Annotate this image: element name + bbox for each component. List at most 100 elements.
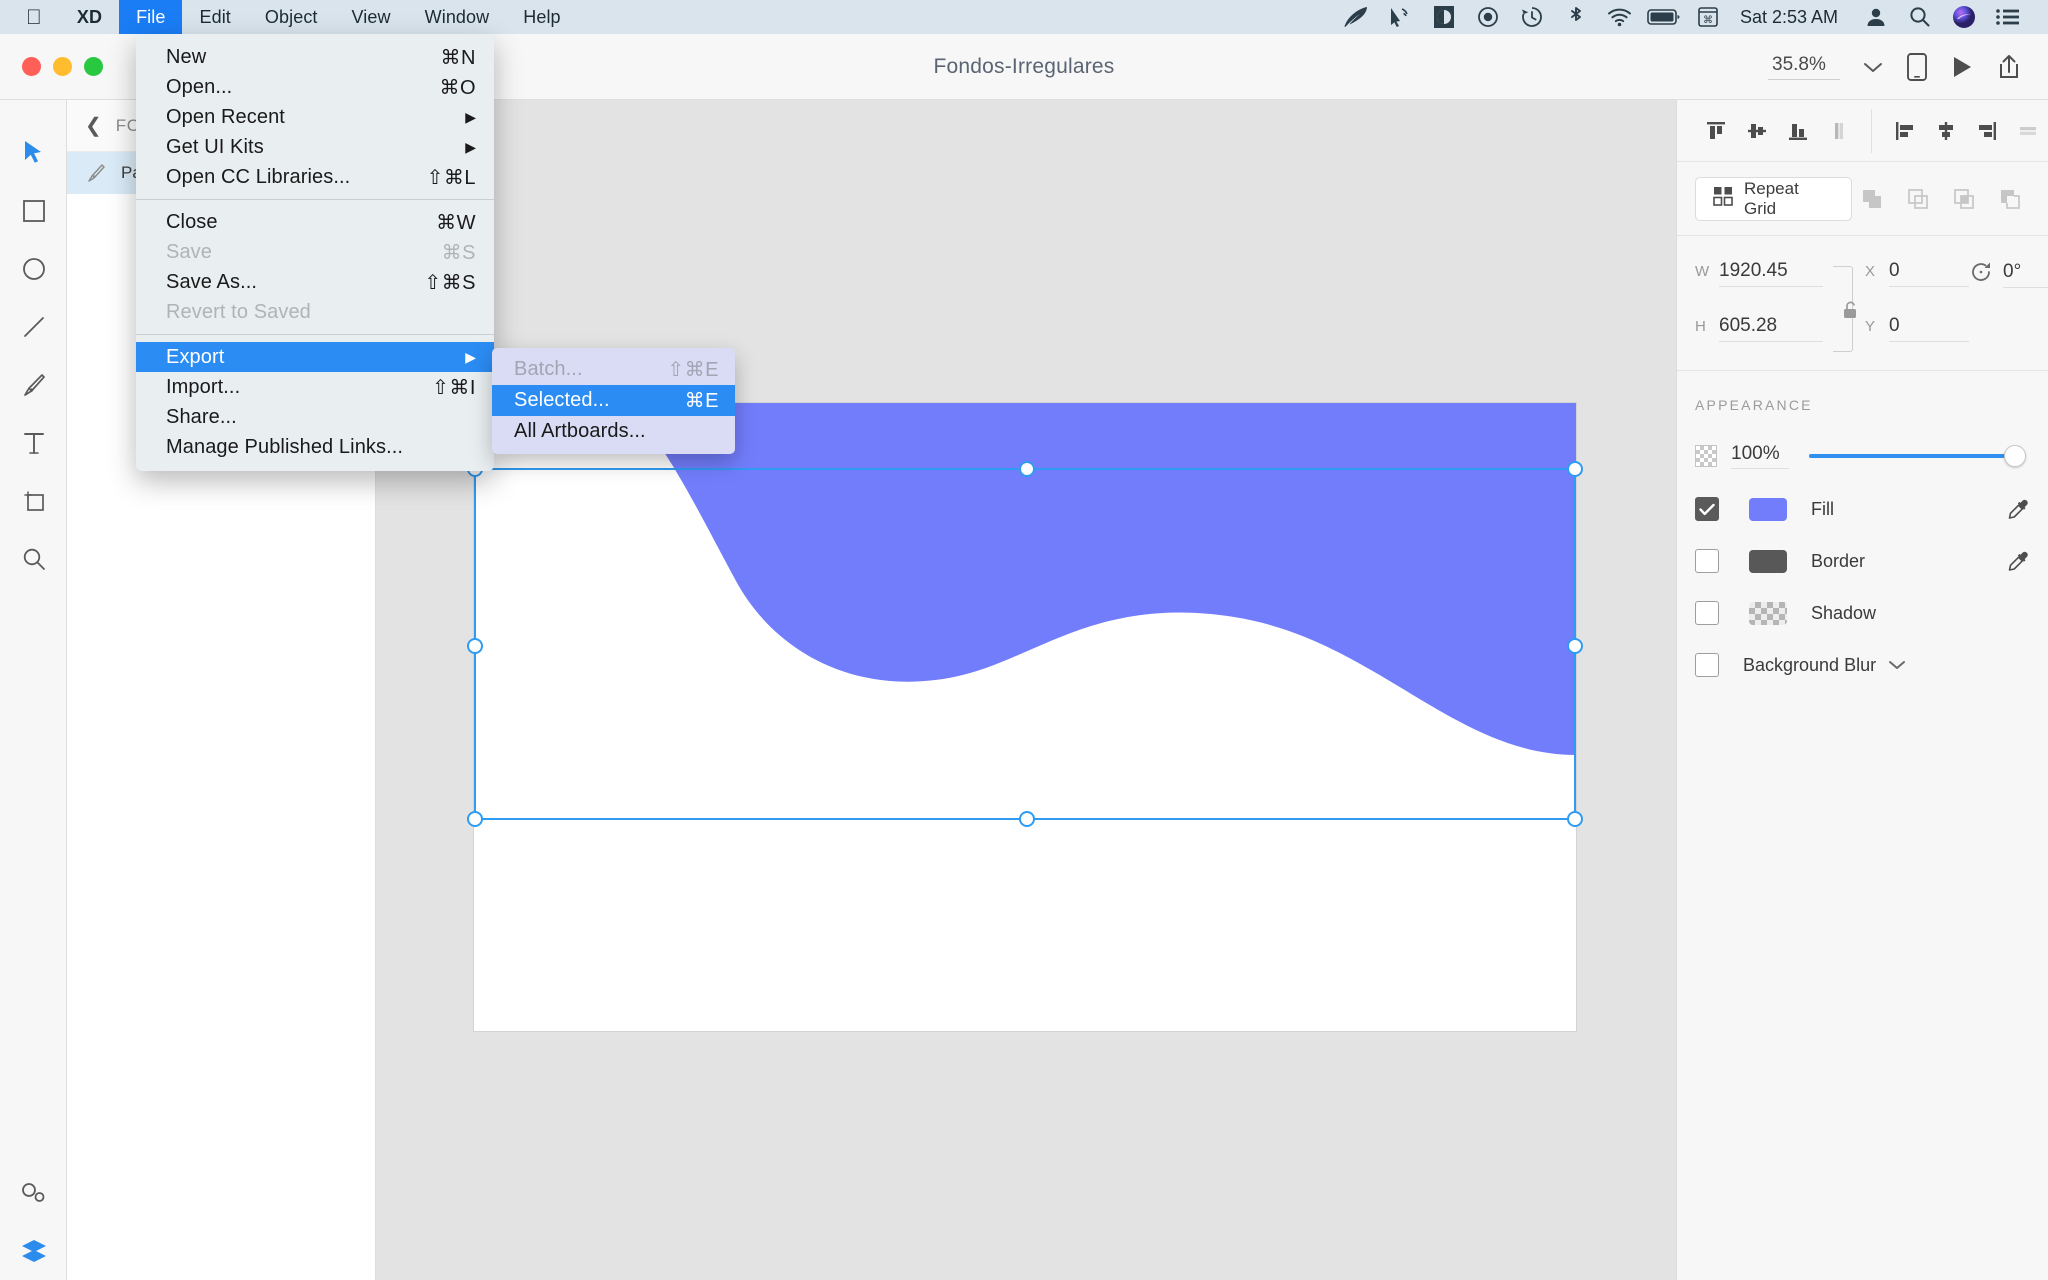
- menu-item-get-ui-kits[interactable]: Get UI Kits ▶: [136, 132, 494, 162]
- artboard[interactable]: [474, 403, 1576, 1031]
- file-menu-dropdown[interactable]: New ⌘N Open... ⌘O Open Recent ▶ Get UI K…: [136, 34, 494, 471]
- menu-bar-status-area: ⌘ Sat 2:53 AM: [1334, 0, 2048, 34]
- fill-color-swatch[interactable]: [1749, 497, 1787, 521]
- select-tool[interactable]: [0, 124, 67, 182]
- wifi-icon[interactable]: [1598, 0, 1642, 34]
- opacity-slider[interactable]: [1809, 445, 2026, 467]
- menu-bar-clock[interactable]: Sat 2:53 AM: [1730, 7, 1854, 28]
- align-middle-icon[interactable]: [1736, 100, 1777, 162]
- ellipse-tool[interactable]: [0, 240, 67, 298]
- menu-item-revert-to-saved: Revert to Saved: [136, 297, 494, 327]
- rotation-field[interactable]: 0°: [1969, 260, 2048, 289]
- distribute-horizontal-icon[interactable]: [1818, 100, 1859, 162]
- menu-item-label: Get UI Kits: [166, 135, 264, 158]
- menu-item-import[interactable]: Import... ⇧⌘I: [136, 372, 494, 402]
- fill-row: Fill: [1695, 497, 2030, 521]
- background-blur-checkbox[interactable]: [1695, 653, 1719, 677]
- unlocked-icon[interactable]: [1837, 280, 1863, 340]
- time-machine-icon[interactable]: [1510, 0, 1554, 34]
- feather-icon[interactable]: [1334, 0, 1378, 34]
- text-t-icon[interactable]: [0, 414, 67, 472]
- siri-icon[interactable]: [1942, 0, 1986, 34]
- alignment-toolbar: [1677, 100, 2048, 162]
- menu-view[interactable]: View: [335, 0, 408, 34]
- export-submenu[interactable]: Batch... ⇧⌘E Selected... ⌘E All Artboard…: [492, 348, 735, 454]
- menu-item-close[interactable]: Close ⌘W: [136, 207, 494, 237]
- tools-sidebar: [0, 100, 67, 1280]
- chevron-down-icon[interactable]: [1888, 659, 1906, 671]
- border-eyedropper-icon[interactable]: [2006, 549, 2030, 573]
- menu-item-manage-published-links[interactable]: Manage Published Links...: [136, 432, 494, 462]
- menu-help[interactable]: Help: [506, 0, 577, 34]
- fill-checkbox[interactable]: [1695, 497, 1719, 521]
- rectangle-tool[interactable]: [0, 182, 67, 240]
- align-center-icon[interactable]: [1925, 100, 1966, 162]
- artboard-tool[interactable]: [0, 472, 67, 530]
- subtract-shape-icon[interactable]: [1898, 179, 1938, 219]
- slider-track: [1809, 454, 2026, 458]
- bluetooth-icon[interactable]: [1554, 0, 1598, 34]
- opacity-value[interactable]: 100%: [1731, 443, 1789, 469]
- border-color-swatch[interactable]: [1749, 549, 1787, 573]
- menu-edit[interactable]: Edit: [182, 0, 247, 34]
- shadow-checkbox[interactable]: [1695, 601, 1719, 625]
- menu-item-shortcut: ⌘N: [440, 46, 476, 69]
- pen-nib-icon[interactable]: [0, 356, 67, 414]
- border-checkbox[interactable]: [1695, 549, 1719, 573]
- align-left-icon[interactable]: [1884, 100, 1925, 162]
- purple-wave-shape[interactable]: [474, 403, 1576, 755]
- add-shape-icon[interactable]: [1852, 179, 1892, 219]
- line-tool[interactable]: [0, 298, 67, 356]
- control-center-icon[interactable]: [1986, 0, 2030, 34]
- x-value[interactable]: 0: [1889, 260, 1969, 287]
- border-row: Border: [1695, 549, 2030, 573]
- repeat-grid-button[interactable]: Repeat Grid: [1695, 176, 1852, 221]
- menu-object[interactable]: Object: [248, 0, 335, 34]
- distribute-vertical-icon[interactable]: [2007, 100, 2048, 162]
- menu-item-save-as[interactable]: Save As... ⇧⌘S: [136, 267, 494, 297]
- menu-item-open-cc-libraries[interactable]: Open CC Libraries... ⇧⌘L: [136, 162, 494, 192]
- menu-item-open[interactable]: Open... ⌘O: [136, 72, 494, 102]
- magnifier-icon[interactable]: [0, 530, 67, 588]
- fill-eyedropper-icon[interactable]: [2006, 497, 2030, 521]
- menu-item-new[interactable]: New ⌘N: [136, 42, 494, 72]
- height-value[interactable]: 605.28: [1719, 315, 1823, 342]
- submenu-item-all-artboards[interactable]: All Artboards...: [492, 416, 735, 447]
- user-icon[interactable]: [1854, 0, 1898, 34]
- layers-stack-icon[interactable]: [0, 1222, 67, 1280]
- menu-item-label: Save As...: [166, 270, 258, 293]
- search-icon[interactable]: [1898, 0, 1942, 34]
- y-field[interactable]: Y 0: [1865, 315, 1969, 342]
- record-icon[interactable]: [1466, 0, 1510, 34]
- exclude-shape-icon[interactable]: [1990, 179, 2030, 219]
- height-field[interactable]: H 605.28: [1695, 315, 1823, 342]
- submenu-item-selected[interactable]: Selected... ⌘E: [492, 385, 735, 416]
- assets-icon[interactable]: [0, 1164, 67, 1222]
- menu-item-open-recent[interactable]: Open Recent ▶: [136, 102, 494, 132]
- width-field[interactable]: W 1920.45: [1695, 260, 1823, 287]
- battery-icon[interactable]: [1642, 0, 1686, 34]
- slider-knob[interactable]: [2004, 445, 2026, 467]
- rotation-value[interactable]: 0°: [2003, 261, 2048, 288]
- cursor-signal-icon[interactable]: [1378, 0, 1422, 34]
- menu-xd[interactable]: XD: [60, 0, 119, 34]
- shadow-color-swatch[interactable]: [1749, 601, 1787, 625]
- align-right-icon[interactable]: [1966, 100, 2007, 162]
- align-top-icon[interactable]: [1695, 100, 1736, 162]
- width-value[interactable]: 1920.45: [1719, 260, 1823, 287]
- chevron-left-icon[interactable]: ❮: [85, 116, 102, 136]
- menu-item-export[interactable]: Export ▶: [136, 342, 494, 372]
- apple-logo-icon[interactable]: : [0, 0, 60, 34]
- x-field[interactable]: X 0: [1865, 260, 1969, 287]
- menu-window[interactable]: Window: [408, 0, 507, 34]
- submenu-arrow-icon: ▶: [465, 348, 476, 365]
- menu-item-share[interactable]: Share...: [136, 402, 494, 432]
- height-label: H: [1695, 318, 1706, 335]
- align-bottom-icon[interactable]: [1777, 100, 1818, 162]
- keyboard-input-icon[interactable]: ⌘: [1686, 0, 1730, 34]
- background-blur-label: Background Blur: [1743, 654, 1877, 675]
- y-value[interactable]: 0: [1889, 315, 1969, 342]
- intersect-shape-icon[interactable]: [1944, 179, 1984, 219]
- menu-file[interactable]: File: [119, 0, 183, 34]
- contrast-icon[interactable]: [1422, 0, 1466, 34]
